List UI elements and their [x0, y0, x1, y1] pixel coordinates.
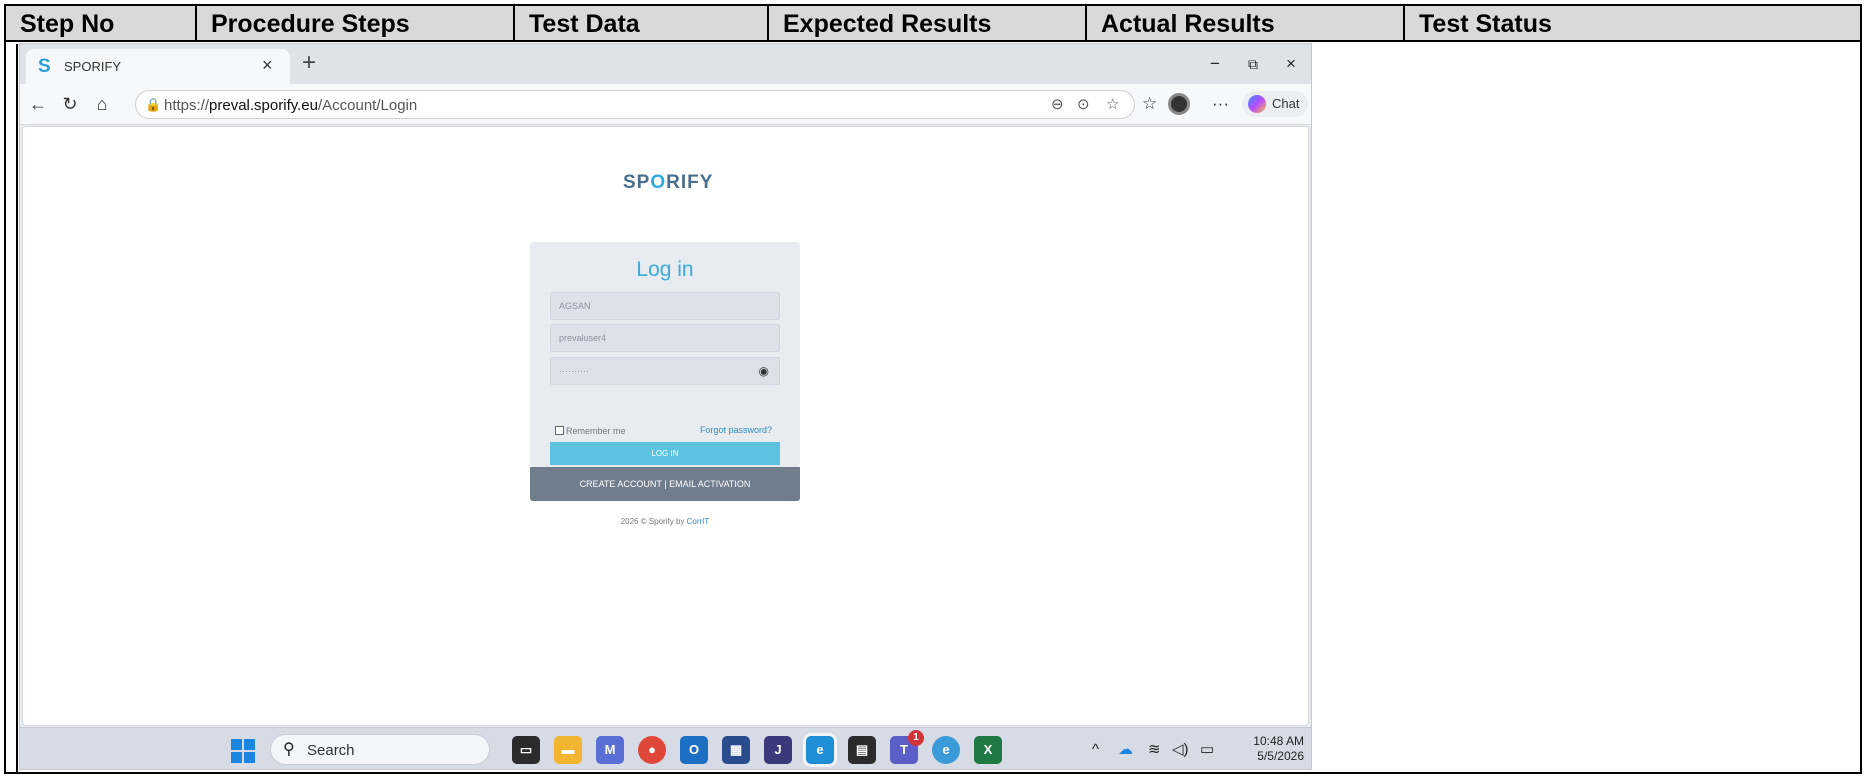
browser-screenshot: S SPORIFY × + − ⧉ × ← ↻ ⌂ 🔒 https://prev…	[19, 43, 1312, 770]
page-viewport: SPORIFY Log in AGSAN prevaluser4 ·······…	[22, 126, 1309, 726]
lock-icon: 🔒	[145, 97, 162, 112]
windows-start-icon[interactable]	[231, 739, 255, 763]
username-field[interactable]: prevaluser4	[550, 324, 780, 352]
edge-dev-icon[interactable]: e	[932, 736, 960, 764]
remember-me-checkbox[interactable]: Remember me	[555, 426, 626, 436]
search-icon: ⚲	[283, 741, 295, 758]
company-field[interactable]: AGSAN	[550, 292, 780, 320]
show-password-icon[interactable]: ◉	[759, 358, 769, 384]
login-button[interactable]: LOG IN	[550, 442, 780, 465]
taskbar-clock[interactable]: 10:48 AM 5/5/2026	[1240, 734, 1304, 764]
cell-divider	[16, 44, 18, 772]
volume-icon[interactable]: ◁)	[1172, 741, 1189, 759]
microsoft-store-icon[interactable]: ▦	[722, 736, 750, 764]
onedrive-icon[interactable]: ☁	[1118, 741, 1133, 759]
wifi-icon[interactable]: ≋	[1148, 741, 1161, 759]
new-tab-button[interactable]: +	[302, 49, 316, 77]
chrome-icon[interactable]: ●	[638, 736, 666, 764]
sporify-favicon-icon: S	[38, 56, 51, 77]
table-header-row: Step No Procedure Steps Test Data Expect…	[6, 6, 1860, 42]
sticky-notes-icon[interactable]: ▤	[848, 736, 876, 764]
taskbar-search[interactable]: ⚲ Search	[270, 734, 490, 765]
intellij-icon[interactable]: J	[764, 736, 792, 764]
forgot-password-link[interactable]: Forgot password?	[700, 425, 772, 435]
teams-icon[interactable]: T1	[890, 730, 924, 764]
excel-icon[interactable]: X	[974, 736, 1002, 764]
outlook-icon[interactable]: O	[680, 736, 708, 764]
task-view-icon[interactable]: ▭	[512, 736, 540, 764]
copilot-icon	[1248, 95, 1266, 113]
clock-date: 5/5/2026	[1257, 749, 1304, 763]
show-hidden-icons-chevron-icon[interactable]: ^	[1092, 741, 1099, 759]
more-options-icon[interactable]: ⊙	[1077, 95, 1090, 115]
favorite-star-icon[interactable]: ☆	[1106, 95, 1119, 115]
sporify-logo: SPORIFY	[623, 172, 714, 193]
m365-icon[interactable]: M	[596, 736, 624, 764]
column-test-status: Test Status	[1419, 10, 1552, 38]
favorites-icon[interactable]: ☆	[1142, 93, 1157, 115]
back-icon[interactable]: ←	[26, 92, 50, 116]
tab-title: SPORIFY	[64, 59, 122, 74]
close-window-button[interactable]: ×	[1276, 51, 1306, 77]
settings-menu-icon[interactable]: ···	[1212, 93, 1229, 115]
browser-tab-sporify[interactable]: S SPORIFY ×	[26, 49, 290, 84]
create-account-email-activation-links[interactable]: CREATE ACCOUNT | EMAIL ACTIVATION	[530, 467, 800, 501]
copyright-text: 2026 © Sporify by CorrIT	[620, 517, 710, 526]
restore-button[interactable]: ⧉	[1238, 51, 1268, 77]
login-title: Log in	[636, 258, 694, 281]
login-card: Log in AGSAN prevaluser4 ·········· ◉ Rem…	[530, 242, 800, 467]
column-expected-results: Expected Results	[769, 6, 1087, 40]
file-explorer-icon[interactable]: ▬	[554, 736, 582, 764]
copilot-chat-button[interactable]: Chat	[1242, 91, 1308, 117]
teams-notification-badge: 1	[908, 730, 924, 746]
address-bar-row: ← ↻ ⌂ 🔒 https://preval.sporify.eu/Accoun…	[20, 84, 1311, 125]
home-icon[interactable]: ⌂	[90, 92, 114, 116]
minimize-button[interactable]: −	[1200, 51, 1230, 77]
refresh-icon[interactable]: ↻	[58, 92, 82, 116]
clock-time: 10:48 AM	[1253, 734, 1304, 748]
password-field[interactable]: ·········· ◉	[550, 357, 780, 385]
address-bar[interactable]: 🔒 https://preval.sporify.eu/Account/Logi…	[135, 90, 1135, 119]
edge-icon[interactable]: e	[806, 736, 834, 764]
profile-avatar[interactable]	[1168, 93, 1190, 115]
windows-taskbar: ⚲ Search ▭ ▬ M ● O ▦ J e ▤ T1 e X ^ ☁ ≋ …	[20, 727, 1311, 769]
url-text[interactable]: https://preval.sporify.eu/Account/Login	[164, 97, 417, 114]
search-label: Search	[307, 742, 355, 759]
zoom-out-icon[interactable]: ⊖	[1051, 95, 1064, 115]
battery-icon[interactable]: ▭	[1200, 741, 1214, 759]
column-procedure-steps: Procedure Steps	[197, 6, 515, 40]
column-actual-results: Actual Results	[1087, 6, 1405, 40]
column-test-data: Test Data	[515, 6, 769, 40]
corrit-link[interactable]: CorrIT	[687, 517, 710, 526]
close-tab-icon[interactable]: ×	[262, 55, 273, 75]
tab-strip: S SPORIFY × + − ⧉ ×	[20, 44, 1311, 84]
column-step-no: Step No	[6, 6, 197, 40]
checkbox-icon[interactable]	[555, 426, 564, 435]
chat-label: Chat	[1272, 96, 1300, 111]
